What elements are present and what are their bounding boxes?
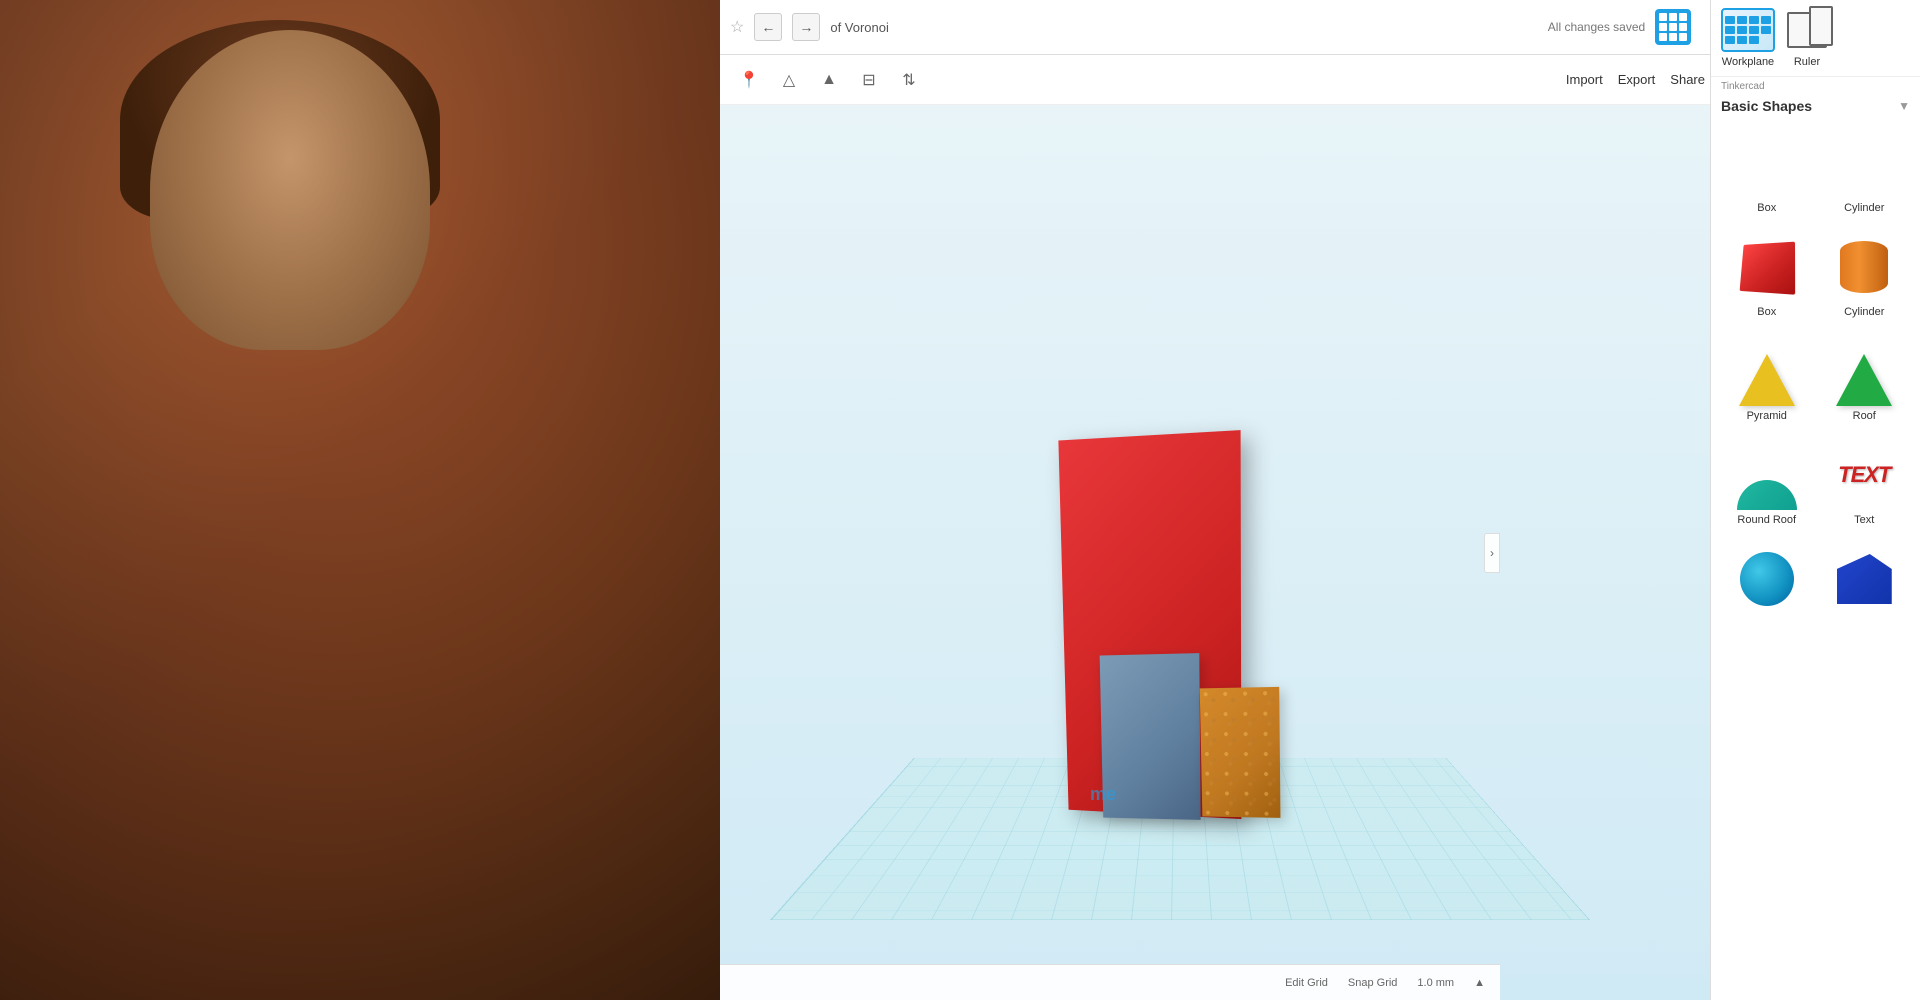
shape-item-cylinder-gray[interactable]: Cylinder: [1817, 120, 1913, 222]
pyramid-icon: [1732, 336, 1802, 406]
text-shape-label: Text: [1854, 514, 1874, 526]
box-gray-shape: [1737, 135, 1798, 194]
canvas-label: me: [1090, 784, 1116, 805]
3d-canvas[interactable]: me › Edit Grid Snap Grid 1.0 mm ▲: [720, 105, 1710, 1000]
pyramid-shape: [1739, 354, 1795, 406]
triangle-filled-icon[interactable]: ▲: [815, 66, 843, 94]
star-icon: ☆: [730, 17, 744, 37]
shape-item-cylinder-orange[interactable]: Cylinder: [1817, 224, 1913, 326]
round-roof-icon: [1732, 440, 1802, 510]
snap-grid-label: Snap Grid: [1348, 977, 1398, 989]
cylinder-orange-shape: [1840, 241, 1888, 293]
edit-grid-label[interactable]: Edit Grid: [1285, 977, 1328, 989]
box-red-icon: [1732, 232, 1802, 302]
status-bar: Edit Grid Snap Grid 1.0 mm ▲: [720, 964, 1500, 1000]
round-roof-label: Round Roof: [1737, 514, 1796, 526]
grid-icon: [1659, 13, 1687, 41]
blue-shape-icon: [1829, 544, 1899, 614]
cylinder-orange-icon: [1829, 232, 1899, 302]
expand-arrow-icon[interactable]: ▼: [1898, 99, 1910, 113]
shape-tools-bar: 📍 △ ▲ ⊟ ⇅ Import Export Share: [720, 55, 1720, 105]
ruler-icon: [1785, 8, 1829, 52]
back-button[interactable]: ←: [754, 13, 782, 41]
roof-icon: [1829, 336, 1899, 406]
shape-item-text[interactable]: TEXT Text: [1817, 432, 1913, 534]
right-panel: Workplane Ruler Tinkercad Basic Shapes ▼…: [1710, 0, 1920, 1000]
basic-shapes-label: Basic Shapes: [1721, 98, 1812, 114]
box-red-label: Box: [1757, 306, 1776, 318]
shape-item-roof[interactable]: Roof: [1817, 328, 1913, 430]
workplane-ruler-row: Workplane Ruler: [1711, 0, 1920, 77]
box-red-shape: [1740, 242, 1796, 295]
cylinder-gray-icon: [1829, 128, 1899, 198]
roof-label: Roof: [1853, 410, 1876, 422]
shape-item-box-gray[interactable]: Box: [1719, 120, 1815, 222]
shapes-grid: Box Cylinder Box Cylind: [1711, 120, 1920, 626]
panel-collapse-arrow[interactable]: ›: [1484, 533, 1500, 573]
snap-arrow-icon[interactable]: ▲: [1474, 977, 1485, 989]
forward-button[interactable]: →: [792, 13, 820, 41]
import-button[interactable]: Import: [1566, 72, 1603, 87]
ruler-button[interactable]: Ruler: [1785, 8, 1829, 68]
box-gray-icon: [1732, 128, 1802, 198]
cylinder-gray-label: Cylinder: [1844, 202, 1884, 214]
pin-tool-icon[interactable]: 📍: [735, 66, 763, 94]
cylinder-orange-label: Cylinder: [1844, 306, 1884, 318]
shape-item-pyramid[interactable]: Pyramid: [1719, 328, 1815, 430]
shape-item-round-roof[interactable]: Round Roof: [1719, 432, 1815, 534]
ruler-label: Ruler: [1794, 56, 1820, 68]
shape-item-box-red[interactable]: Box: [1719, 224, 1815, 326]
shapes-category-header: Basic Shapes ▼: [1711, 96, 1920, 120]
sphere-icon: [1732, 544, 1802, 614]
workplane-button[interactable]: Workplane: [1721, 8, 1775, 68]
align-icon[interactable]: ⊟: [855, 66, 883, 94]
pyramid-label: Pyramid: [1747, 410, 1787, 422]
shape-item-sphere[interactable]: [1719, 536, 1815, 626]
roof-shape: [1836, 354, 1892, 406]
person-head: [150, 30, 430, 350]
export-button[interactable]: Export: [1618, 72, 1656, 87]
text-shape-display: TEXT: [1838, 462, 1890, 488]
app-title: of Voronoi: [830, 20, 889, 35]
round-roof-shape: [1737, 480, 1797, 510]
ruler-shape-icon: [1787, 12, 1827, 48]
grid-view-button[interactable]: [1655, 9, 1691, 45]
saved-status: All changes saved: [1548, 20, 1645, 34]
mirror-icon[interactable]: ⇅: [895, 66, 923, 94]
share-button[interactable]: Share: [1670, 72, 1705, 87]
monitor-screen: ☆ ← → of Voronoi All changes saved ⛏ Wha…: [720, 0, 1920, 1000]
blue-pentagon-shape: [1837, 554, 1892, 604]
workplane-icon: [1721, 8, 1775, 52]
tinkercad-label: Tinkercad: [1711, 77, 1920, 96]
triangle-outline-icon[interactable]: △: [775, 66, 803, 94]
orange-box-object[interactable]: [1200, 687, 1281, 818]
sphere-shape: [1740, 552, 1794, 606]
box-gray-label: Box: [1757, 202, 1776, 214]
workplane-grid-icon: [1725, 16, 1771, 44]
workplane-label: Workplane: [1722, 56, 1774, 68]
snap-value: 1.0 mm: [1417, 977, 1454, 989]
text-shape-icon: TEXT: [1829, 440, 1899, 510]
cylinder-gray-shape: [1839, 136, 1889, 191]
shape-item-blue-shape[interactable]: [1817, 536, 1913, 626]
